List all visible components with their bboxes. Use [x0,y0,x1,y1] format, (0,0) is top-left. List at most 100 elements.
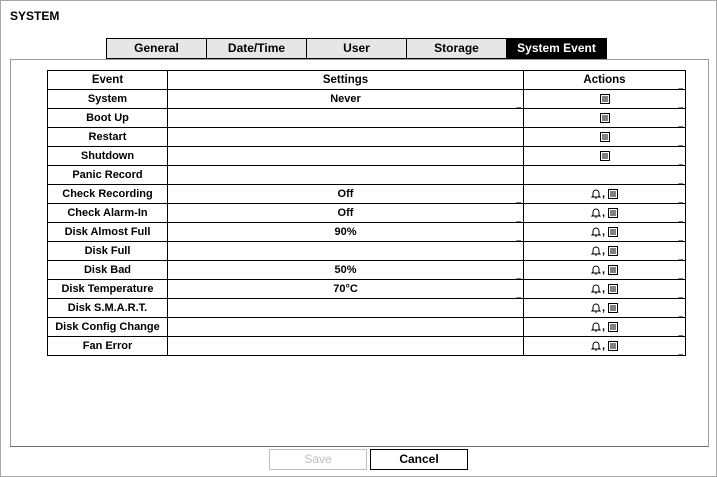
header-actions-label: Actions [583,74,626,86]
dropdown-marker: _ [516,99,521,108]
event-name-cell: Shutdown [47,146,168,166]
dropdown-marker: _ [516,232,521,241]
event-name-cell: Check Alarm-In [47,203,168,223]
settings-cell [167,146,524,166]
dropdown-marker: _ [678,137,683,146]
dropdown-marker: _ [678,346,683,355]
settings-cell[interactable]: 70°C _ [167,279,524,299]
event-name-cell: Check Recording [47,184,168,204]
event-name-cell: Disk Bad [47,260,168,280]
icon-separator: , [601,264,606,276]
table-row: Boot Up _ [47,108,686,128]
bell-icon [590,322,601,333]
dropdown-marker: _ [678,232,683,241]
dropdown-marker: _ [678,118,683,127]
icon-separator: , [601,283,606,295]
event-name-cell: System [47,89,168,109]
dropdown-marker: _ [678,99,683,108]
actions-cell[interactable]: _ [523,165,686,185]
event-name-cell: Disk Almost Full [47,222,168,242]
actions-cell[interactable]: , _ [523,336,686,356]
actions-cell[interactable]: , _ [523,241,686,261]
settings-cell[interactable]: Off _ [167,203,524,223]
header-settings: Settings [167,70,524,90]
tab-date-time[interactable]: Date/Time [206,38,307,59]
icon-separator: , [601,207,606,219]
dropdown-marker: _ [516,194,521,203]
actions-cell[interactable]: _ [523,127,686,147]
table-header-row: Event Settings Actions _ [47,70,686,90]
settings-cell[interactable]: Off _ [167,184,524,204]
bell-icon [590,265,601,276]
bell-icon [590,246,601,257]
event-name-cell: Disk S.M.A.R.T. [47,298,168,318]
list-icon [608,208,619,219]
tab-storage[interactable]: Storage [406,38,507,59]
actions-cell[interactable]: _ [523,146,686,166]
settings-value: Off [337,188,354,200]
dropdown-marker: _ [678,194,683,203]
table-row: Disk Almost Full 90% _, _ [47,222,686,242]
bell-icon [590,284,601,295]
settings-cell[interactable]: 50% _ [167,260,524,280]
event-rows: System Never _ _ Boot Up _ Restart _ Shutdown _ Pa… [47,89,686,356]
tab-user[interactable]: User [306,38,407,59]
actions-cell[interactable]: , _ [523,317,686,337]
list-icon [599,151,610,162]
actions-cell[interactable]: _ [523,108,686,128]
actions-cell[interactable]: , _ [523,298,686,318]
tab-system-event[interactable]: System Event [506,38,607,59]
event-name-cell: Panic Record [47,165,168,185]
list-icon [599,132,610,143]
icon-separator: , [601,321,606,333]
column-menu-marker: _ [678,80,683,89]
save-button[interactable]: Save [269,449,367,470]
icon-separator: , [601,302,606,314]
settings-cell [167,241,524,261]
icon-separator: , [601,245,606,257]
settings-value: 70°C [333,283,358,295]
table-row: Restart _ [47,127,686,147]
table-row: Disk Config Change , _ [47,317,686,337]
dropdown-marker: _ [678,175,683,184]
settings-cell[interactable]: 90% _ [167,222,524,242]
actions-cell[interactable]: , _ [523,260,686,280]
system-event-panel: Event Settings Actions _ System Never _ _ Bo… [10,59,709,447]
actions-cell[interactable]: _ [523,89,686,109]
settings-cell [167,127,524,147]
list-icon [608,284,619,295]
settings-value: 50% [334,264,357,276]
table-row: Check Recording Off _, _ [47,184,686,204]
event-name-cell: Disk Full [47,241,168,261]
list-icon [608,303,619,314]
settings-cell [167,317,524,337]
tab-general[interactable]: General [106,38,207,59]
bell-icon [590,303,601,314]
header-event: Event [47,70,168,90]
bell-icon [590,208,601,219]
settings-cell[interactable]: Never _ [167,89,524,109]
dropdown-marker: _ [678,270,683,279]
table-row: Check Alarm-In Off _, _ [47,203,686,223]
header-actions: Actions _ [523,70,686,90]
list-icon [608,322,619,333]
dropdown-marker: _ [516,289,521,298]
actions-cell[interactable]: , _ [523,203,686,223]
settings-value: 90% [334,226,357,238]
list-icon [608,341,619,352]
tab-bar: General Date/Time User Storage System Ev… [106,38,607,59]
list-icon [608,265,619,276]
dropdown-marker: _ [516,270,521,279]
table-row: Fan Error, _ [47,336,686,356]
settings-cell [167,108,524,128]
event-table: Event Settings Actions _ System Never _ _ Bo… [47,70,686,356]
actions-cell[interactable]: , _ [523,279,686,299]
list-icon [599,113,610,124]
settings-cell [167,165,524,185]
actions-cell[interactable]: , _ [523,222,686,242]
actions-cell[interactable]: , _ [523,184,686,204]
event-name-cell: Disk Config Change [47,317,168,337]
cancel-button[interactable]: Cancel [370,449,468,470]
table-row: System Never _ _ [47,89,686,109]
event-name-cell: Restart [47,127,168,147]
